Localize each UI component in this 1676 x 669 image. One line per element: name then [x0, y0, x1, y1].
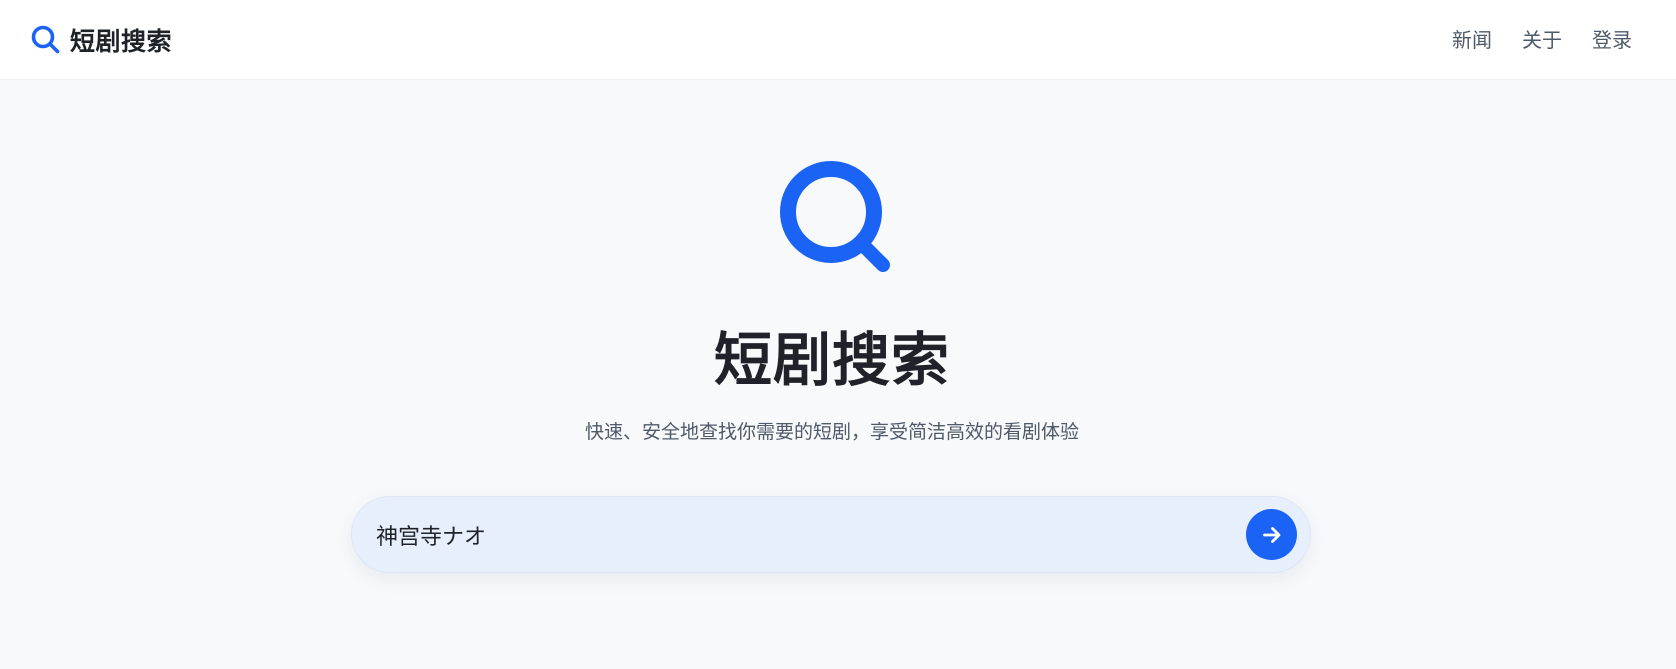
search-input[interactable]: [376, 515, 1196, 555]
search-icon: [780, 161, 890, 272]
brand-logo-link[interactable]: 短剧搜索: [30, 22, 172, 58]
nav-link-login[interactable]: 登录: [1592, 24, 1632, 56]
brand-name: 短剧搜索: [70, 27, 173, 56]
nav-link-news[interactable]: 新闻: [1452, 24, 1492, 56]
nav-links: 新闻 关于 登录: [1452, 24, 1632, 56]
nav-link-about[interactable]: 关于: [1522, 24, 1562, 56]
page-subtitle: 快速、安全地查找你需要的短剧，享受简洁高效的看剧体验: [584, 421, 1079, 443]
search-submit-button[interactable]: [1246, 509, 1297, 560]
top-navbar: 短剧搜索 新闻 关于 登录: [0, 0, 1676, 80]
search-box: [351, 496, 1311, 573]
arrow-right-icon: [1262, 526, 1280, 543]
search-icon: [31, 25, 60, 54]
page-title: 短剧搜索: [713, 326, 950, 394]
